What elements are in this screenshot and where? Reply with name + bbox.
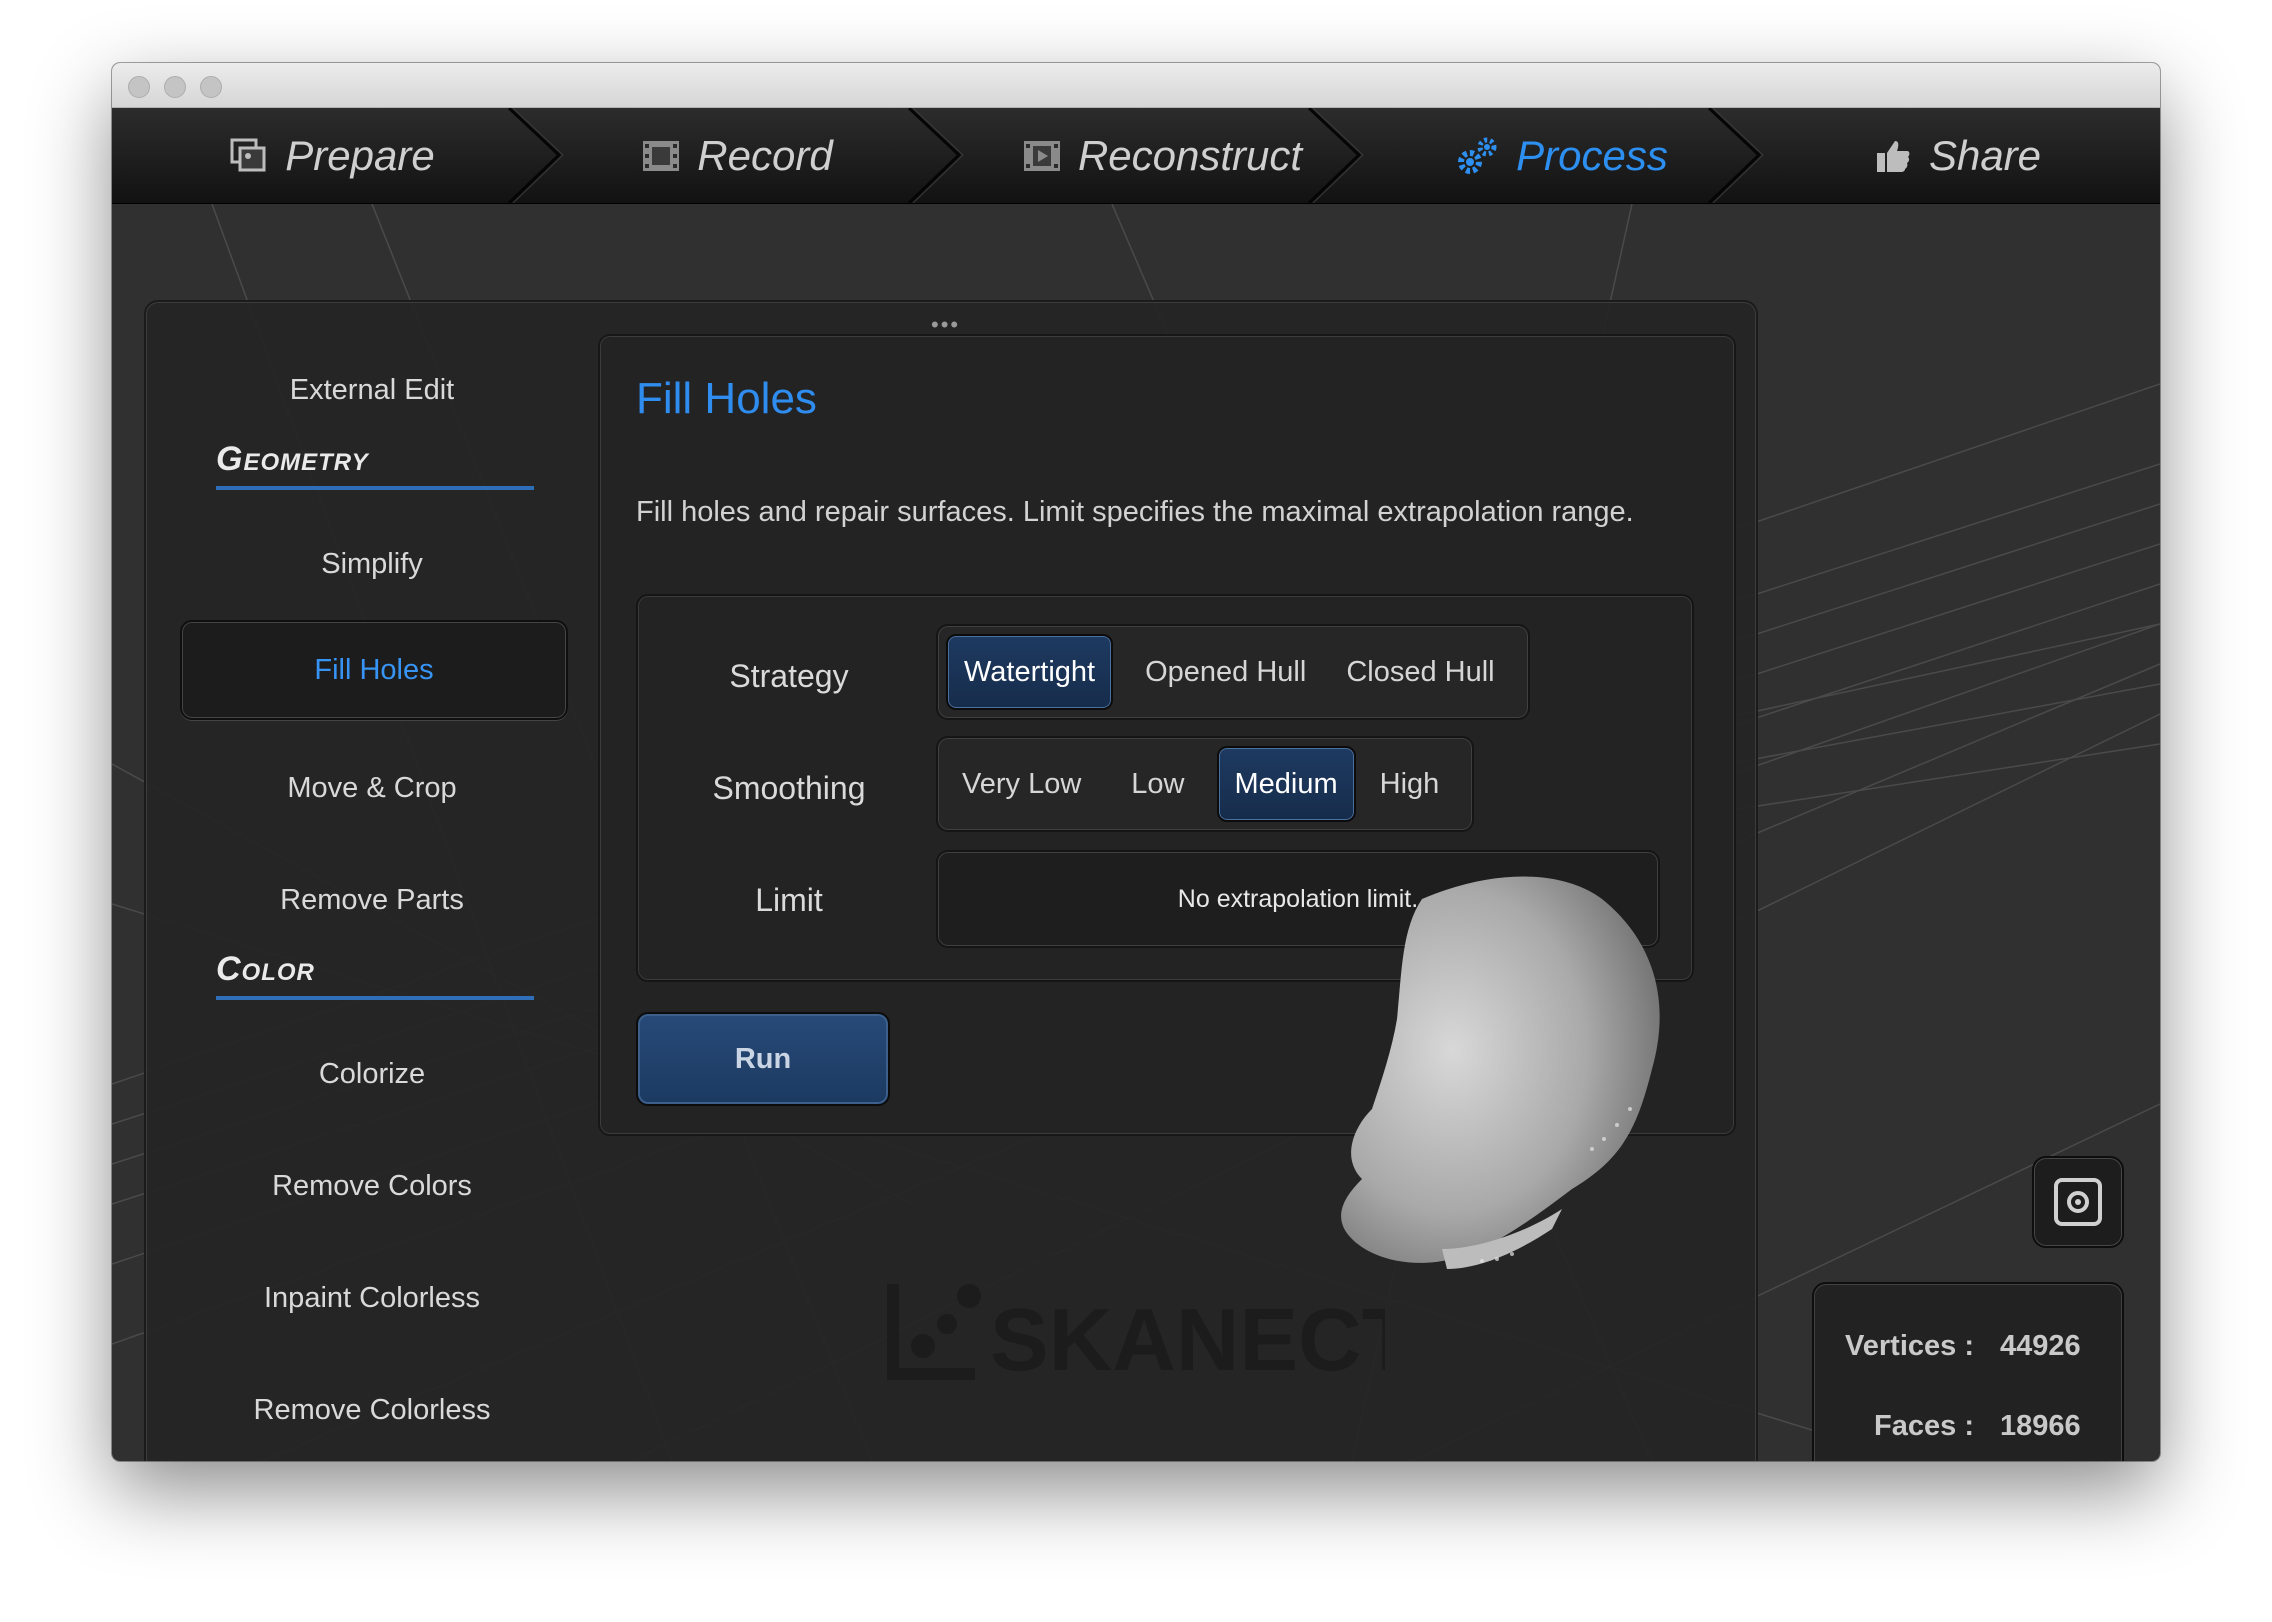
photos-icon (230, 138, 266, 171)
step-share[interactable]: Share (1777, 108, 2137, 203)
sidebar-item-label: Remove Colors (272, 1169, 472, 1202)
thumbs-up-icon (1876, 140, 1910, 172)
faces-label: Faces : (1874, 1410, 1974, 1442)
limit-label: Limit (755, 882, 823, 918)
smoothing-option-low[interactable]: Low (1115, 746, 1200, 822)
3d-viewport[interactable]: ••• External Edit Geometry Simplify Fill… (112, 204, 2160, 1461)
sidebar-item-colorize[interactable]: Colorize (180, 1026, 564, 1122)
step-label: Record (697, 131, 833, 179)
strategy-option-opened-hull[interactable]: Opened Hull (1129, 634, 1322, 710)
film-icon (643, 140, 680, 171)
page-title: Fill Holes (636, 374, 817, 423)
section-header-color: Color (216, 950, 534, 1000)
sidebar-item-remove-colors[interactable]: Remove Colors (180, 1138, 564, 1234)
page-description: Fill holes and repair surfaces. Limit sp… (636, 496, 1634, 528)
screenshot-button[interactable] (2032, 1156, 2124, 1248)
strategy-option-watertight[interactable]: Watertight (946, 634, 1114, 710)
logo-wordmark: SKANECT (990, 1290, 1385, 1389)
smoothing-label: Smoothing (712, 770, 866, 806)
mesh-stats-panel: Vertices : 44926 Faces : 18966 (1812, 1282, 2124, 1461)
smoothing-option-high[interactable]: High (1364, 746, 1456, 822)
film-frame-icon (1023, 140, 1060, 171)
step-label: Prepare (285, 131, 435, 179)
sidebar-item-label: Move & Crop (287, 771, 457, 804)
sidebar-item-label: Colorize (318, 1057, 426, 1090)
step-prepare[interactable]: Prepare (152, 108, 512, 203)
section-header-geometry: Geometry (216, 440, 534, 490)
app-window: Prepare Record Reconstruct Process Share (112, 63, 2160, 1461)
vertices-label: Vertices : (1845, 1330, 1974, 1362)
workflow-steps-bar: Prepare Record Reconstruct Process Share (112, 108, 2160, 204)
minimize-window-button[interactable] (164, 76, 186, 98)
sidebar-item-label: External Edit (289, 373, 455, 406)
title-bar (112, 63, 2160, 108)
close-window-button[interactable] (128, 76, 150, 98)
strategy-label: Strategy (729, 658, 849, 694)
step-reconstruct[interactable]: Reconstruct (972, 108, 1352, 203)
sidebar-item-remove-colorless[interactable]: Remove Colorless (180, 1362, 564, 1458)
step-process[interactable]: Process (1372, 108, 1752, 203)
smoothing-option-very-low[interactable]: Very Low (946, 746, 1097, 822)
strategy-option-closed-hull[interactable]: Closed Hull (1330, 634, 1510, 710)
sidebar-item-inpaint-colorless[interactable]: Inpaint Colorless (180, 1250, 564, 1346)
sidebar-item-label: Simplify (321, 547, 423, 580)
scanned-mesh-model[interactable] (1232, 829, 1732, 1349)
gears-icon (1458, 137, 1497, 174)
sidebar-item-label: Inpaint Colorless (264, 1281, 480, 1314)
sidebar-item-external-edit[interactable]: External Edit (180, 342, 564, 438)
step-label: Share (1928, 131, 2042, 179)
step-record[interactable]: Record (557, 108, 917, 203)
sidebar-item-label: Remove Colorless (253, 1393, 491, 1426)
sidebar-item-fill-holes[interactable]: Fill Holes (180, 620, 568, 720)
faces-value: 18966 (2000, 1410, 2081, 1442)
smoothing-segmented-control: Very Low Low Medium High (936, 736, 1474, 832)
sidebar-item-remove-parts[interactable]: Remove Parts (180, 852, 564, 948)
sidebar-item-label: Remove Parts (280, 883, 464, 916)
zoom-window-button[interactable] (200, 76, 222, 98)
strategy-segmented-control: Watertight Opened Hull Closed Hull (936, 624, 1530, 720)
sidebar-item-simplify[interactable]: Simplify (180, 516, 564, 612)
smoothing-option-medium[interactable]: Medium (1216, 746, 1356, 822)
run-button[interactable]: Run (636, 1012, 890, 1106)
skanect-logo: SKANECT (887, 1284, 1385, 1389)
sidebar-item-label: Fill Holes (314, 653, 434, 686)
step-label: Reconstruct (1077, 131, 1303, 179)
vertices-value: 44926 (2000, 1330, 2081, 1362)
camera-icon (2054, 1178, 2102, 1226)
step-label: Process (1516, 131, 1668, 179)
sidebar-item-move-crop[interactable]: Move & Crop (180, 740, 564, 836)
